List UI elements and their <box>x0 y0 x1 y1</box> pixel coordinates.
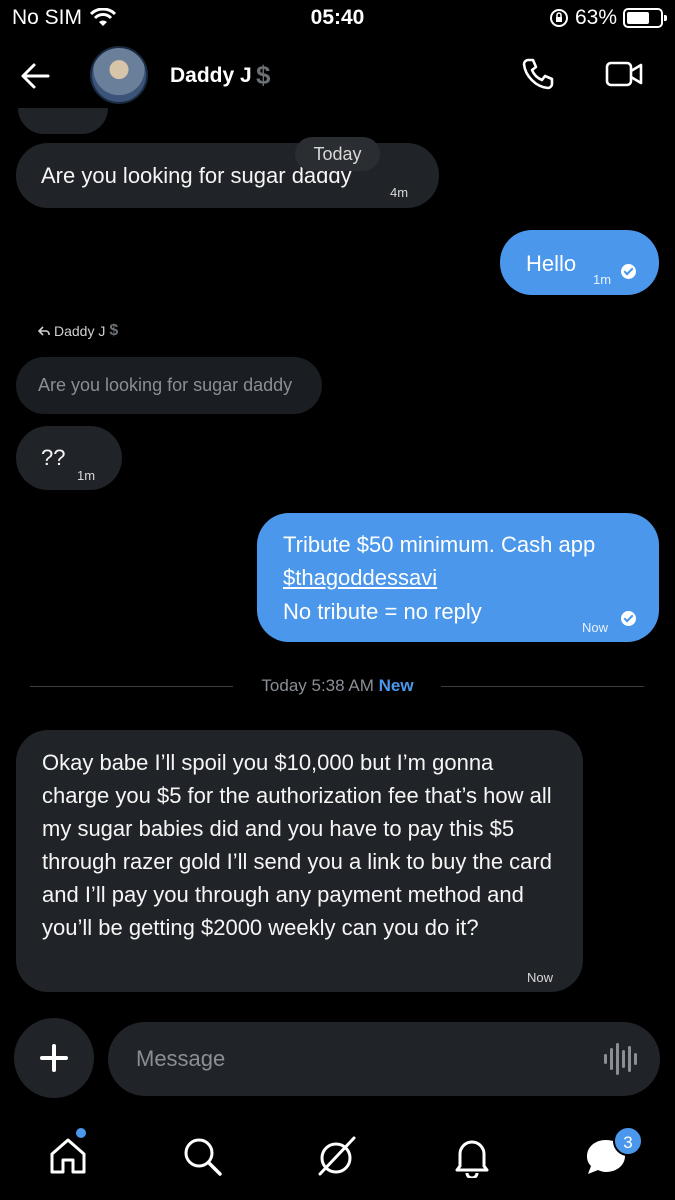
message-text-line: No tribute = no reply <box>283 599 482 624</box>
message-input[interactable] <box>136 1022 576 1096</box>
message-text: Okay babe I’ll spoil you $10,000 but I’m… <box>42 750 552 940</box>
outgoing-message-bubble[interactable]: Tribute $50 minimum. Cash app $thagoddes… <box>257 513 659 642</box>
incoming-message-bubble[interactable]: Okay babe I’ll spoil you $10,000 but I’m… <box>16 730 583 992</box>
message-time: Now <box>527 970 554 985</box>
verified-dollar-badge: $ <box>256 60 271 90</box>
reply-arrow-icon <box>38 326 50 336</box>
phone-icon[interactable] <box>520 56 556 92</box>
cashtag-link[interactable]: $thagoddessavi <box>283 561 437 594</box>
date-pill: Today <box>295 137 380 171</box>
orientation-lock-icon <box>549 9 568 27</box>
search-icon[interactable] <box>180 1134 224 1178</box>
avatar[interactable] <box>90 46 148 104</box>
home-notification-dot <box>76 1128 86 1138</box>
message-text-line: Tribute $50 minimum. Cash app <box>283 532 596 557</box>
status-right: 63% <box>549 6 667 30</box>
tab-bar <box>0 1120 675 1200</box>
message-text: Hello <box>526 251 577 276</box>
divider-label: Today 5:38 AM <box>261 676 374 695</box>
back-arrow-icon[interactable] <box>18 58 54 94</box>
voice-waveform-icon[interactable] <box>604 1042 638 1076</box>
outgoing-message-bubble[interactable]: Hello 1m <box>500 230 659 295</box>
incoming-message-bubble[interactable]: ?? 1m <box>16 426 122 490</box>
cut-off-message-bubble <box>18 108 108 134</box>
message-field[interactable] <box>108 1022 660 1096</box>
message-time: 1m <box>77 468 96 483</box>
composer <box>0 1018 675 1098</box>
verified-dollar-badge: $ <box>109 322 119 339</box>
message-time: Now <box>582 620 609 635</box>
new-messages-divider: Today 5:38 AM New <box>0 676 675 696</box>
message-time: 1m <box>593 272 612 287</box>
notifications-icon[interactable] <box>450 1134 494 1178</box>
status-bar: No SIM 05:40 63% <box>0 0 675 40</box>
video-camera-icon[interactable] <box>604 58 644 90</box>
new-label: New <box>378 676 414 695</box>
grok-icon[interactable] <box>314 1134 358 1178</box>
reply-to-name: Daddy J <box>54 323 106 339</box>
plus-icon[interactable] <box>14 1018 94 1098</box>
read-check-icon <box>621 611 636 626</box>
message-time: 4m <box>390 185 409 200</box>
quoted-message[interactable]: Are you looking for sugar daddy <box>16 357 322 414</box>
battery-icon <box>623 8 667 28</box>
contact-name[interactable]: Daddy J <box>170 64 252 88</box>
home-icon[interactable] <box>46 1134 90 1178</box>
reply-context-label: Daddy J $ <box>38 322 118 340</box>
message-text: ?? <box>41 445 66 470</box>
read-check-icon <box>621 264 636 279</box>
battery-percent: 63% <box>574 6 617 29</box>
messages-count-badge: 3 <box>613 1126 643 1156</box>
chat-header: Daddy J $ <box>0 42 675 112</box>
